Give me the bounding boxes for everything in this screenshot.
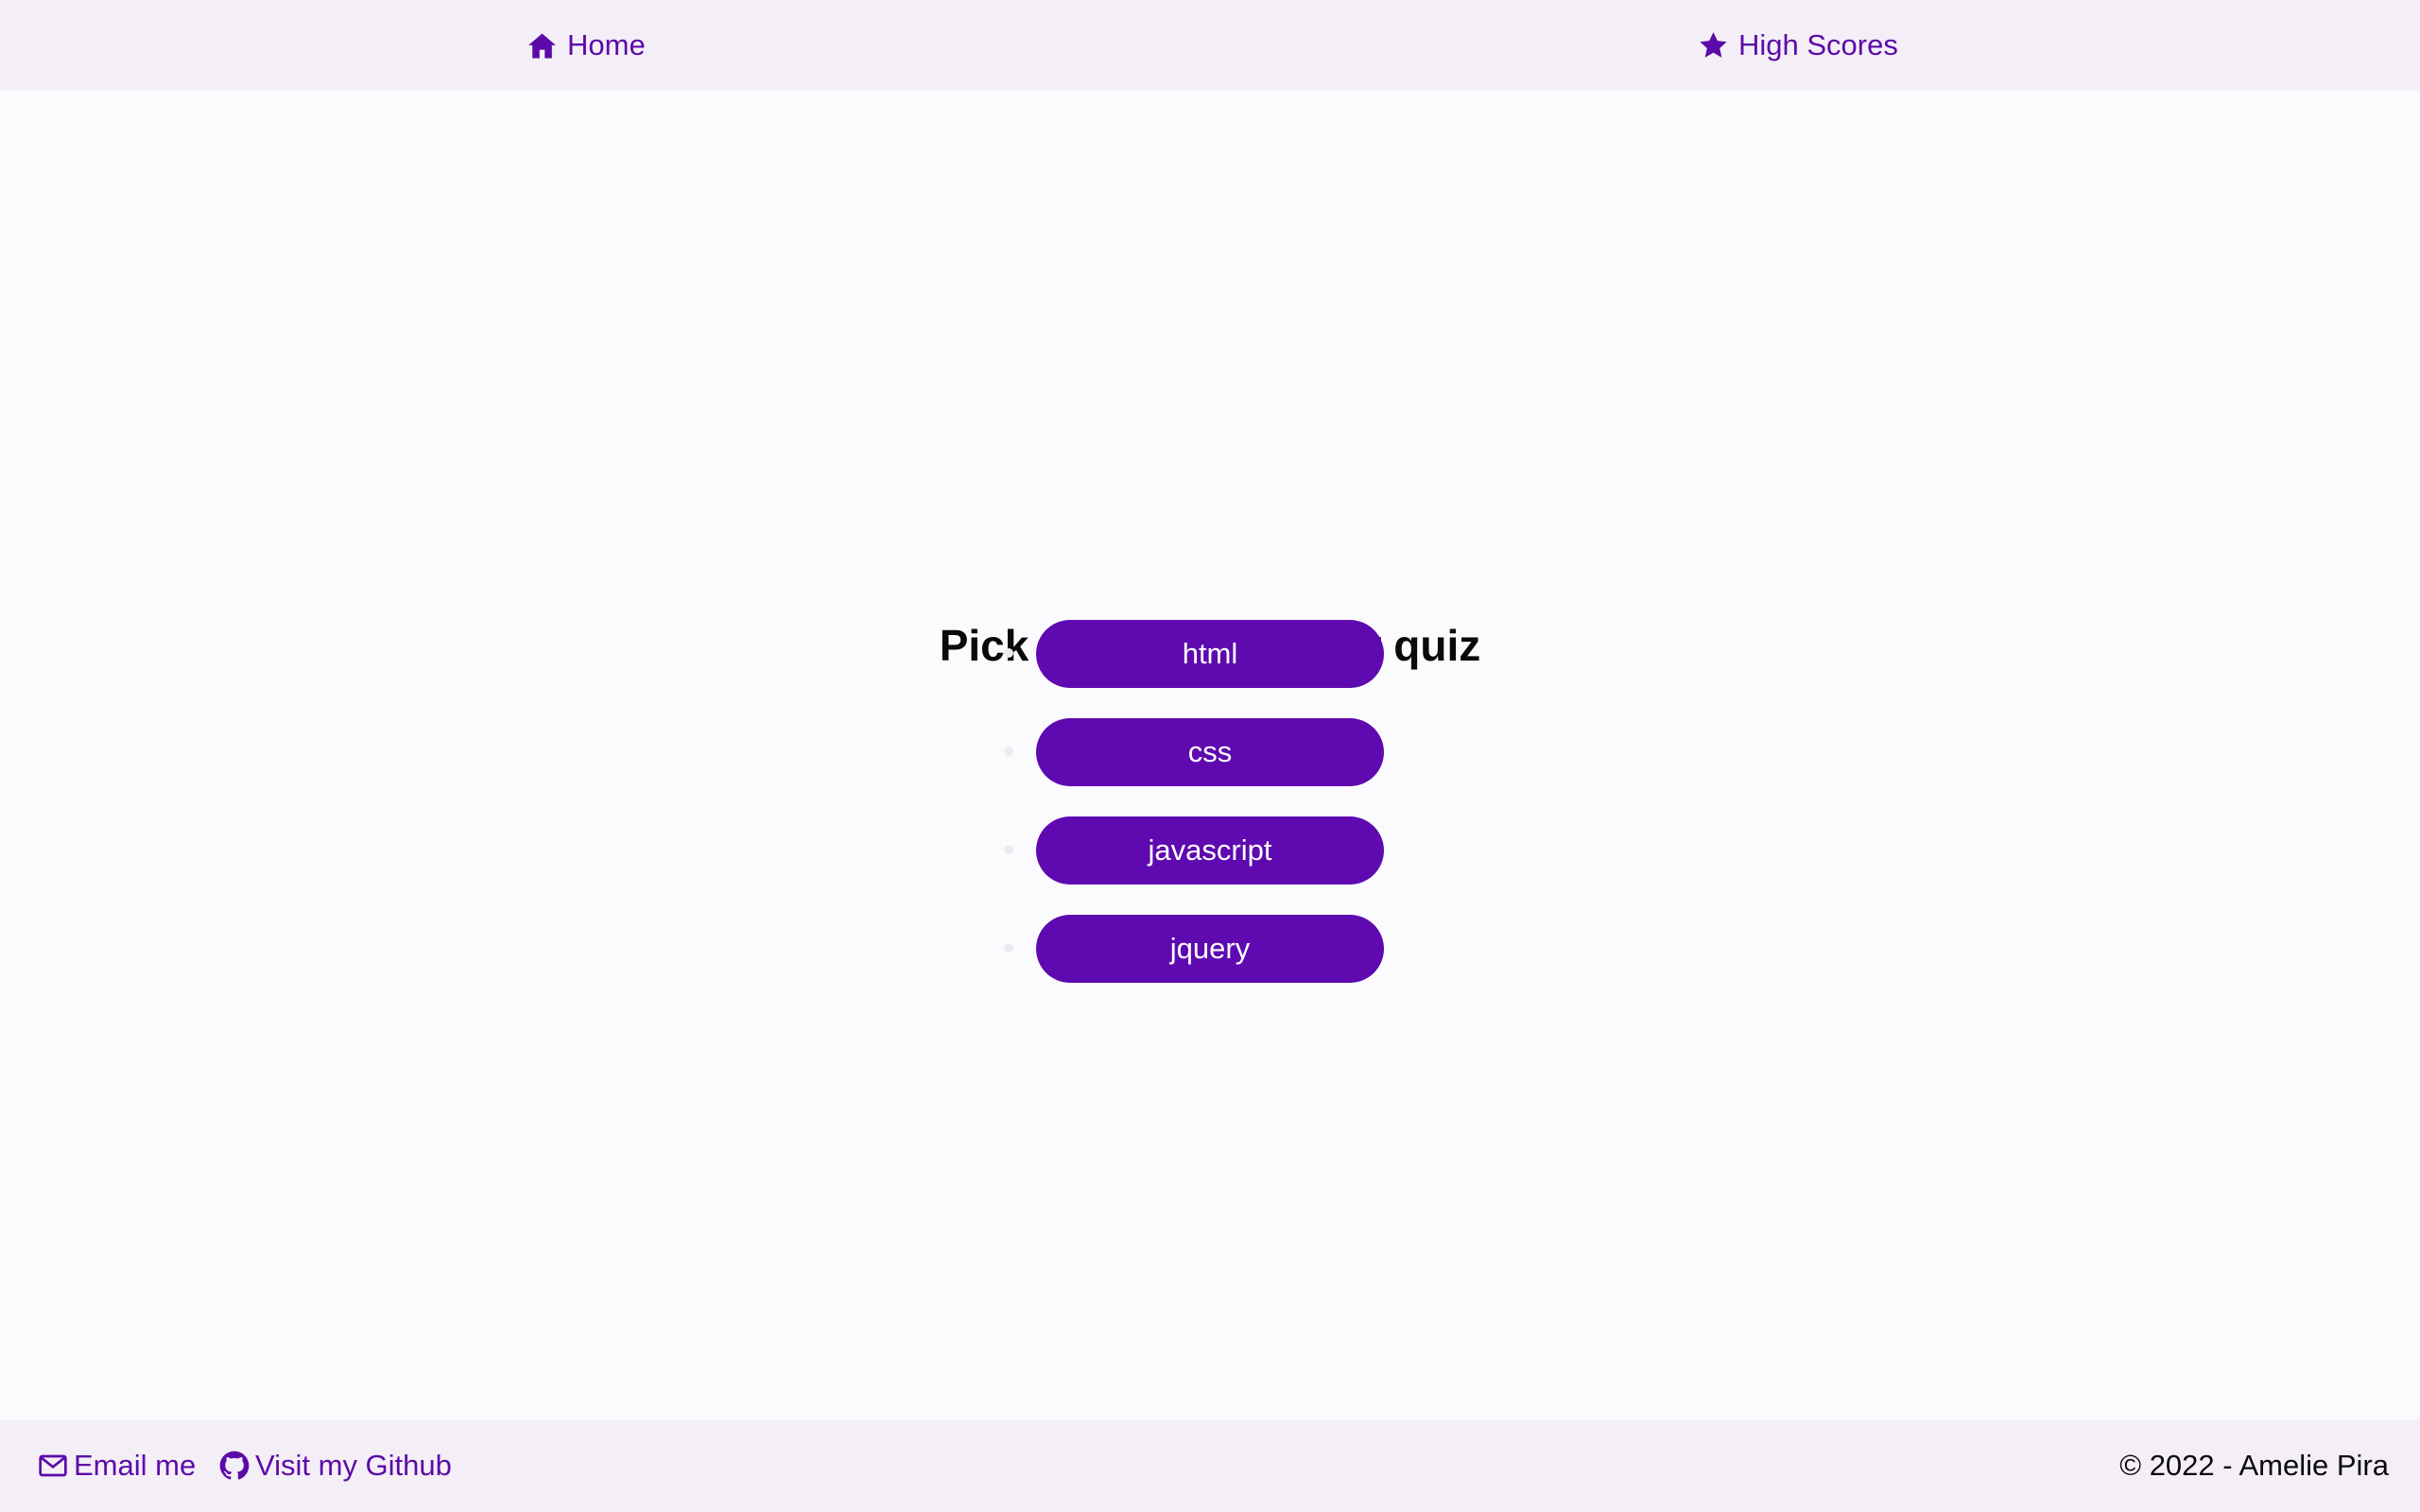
list-bullet bbox=[1004, 747, 1013, 756]
theme-button-html[interactable]: html bbox=[1036, 620, 1384, 688]
envelope-icon bbox=[39, 1454, 67, 1477]
copyright-text: © 2022 - Amelie Pira bbox=[2119, 1449, 2389, 1482]
list-bullet bbox=[1004, 648, 1013, 658]
list-bullet bbox=[1004, 845, 1013, 854]
home-icon bbox=[528, 32, 556, 59]
nav-home-label: Home bbox=[567, 28, 646, 61]
email-link-label: Email me bbox=[74, 1449, 197, 1482]
github-link[interactable]: Visit my Github bbox=[219, 1419, 452, 1512]
nav-high-scores-label: High Scores bbox=[1738, 28, 1898, 61]
top-navbar: Home High Scores bbox=[0, 0, 2420, 91]
github-link-label: Visit my Github bbox=[255, 1449, 452, 1482]
nav-high-scores-link[interactable]: High Scores bbox=[1698, 0, 1898, 91]
github-icon bbox=[219, 1451, 250, 1480]
star-icon bbox=[1700, 31, 1727, 58]
footer: Email me Visit my Github © 2022 - Amelie… bbox=[0, 1419, 2420, 1512]
theme-button-jquery[interactable]: jquery bbox=[1036, 915, 1384, 983]
email-link[interactable]: Email me bbox=[38, 1419, 196, 1512]
theme-button-javascript[interactable]: javascript bbox=[1036, 816, 1384, 885]
list-bullet bbox=[1004, 943, 1013, 953]
nav-home-link[interactable]: Home bbox=[527, 0, 646, 91]
theme-button-css[interactable]: css bbox=[1036, 718, 1384, 786]
